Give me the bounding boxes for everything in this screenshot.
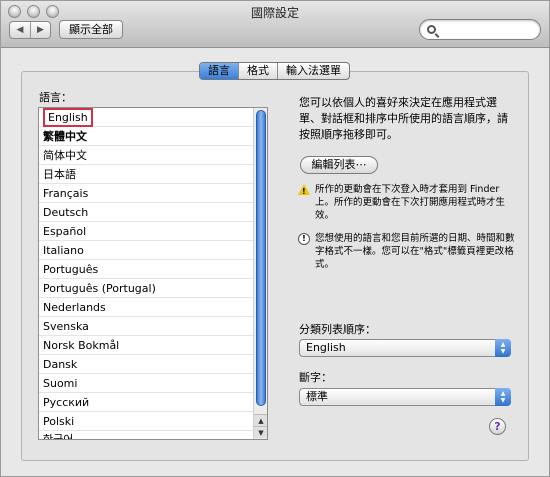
language-row[interactable]: Svenska [39, 317, 267, 336]
sort-order-popup[interactable]: English ▲ ▼ [299, 339, 511, 357]
scroll-up-arrow-icon[interactable]: ▲ [254, 414, 267, 426]
forward-arrow-icon: ▶ [37, 25, 44, 35]
languages-label: 語言： [39, 91, 72, 104]
language-row[interactable]: Polski [39, 412, 267, 431]
info-icon: ! [298, 233, 310, 245]
search-input[interactable] [419, 19, 541, 40]
word-break-popup[interactable]: 標準 ▲ ▼ [299, 388, 511, 406]
info-text: 您想使用的語言和您目前所選的日期、時間和數字格式不一樣。您可以在"格式"標籤頁裡… [315, 233, 515, 270]
back-arrow-icon: ◀ [16, 25, 24, 35]
warning-text: 所作的更動會在下次登入時才套用到 Finder 上。所作的更動會在下次打開應用程… [315, 184, 506, 221]
language-row[interactable]: Nederlands [39, 298, 267, 317]
language-row[interactable]: Italiano [39, 241, 267, 260]
format-mismatch-note: ! 您想使用的語言和您目前所選的日期、時間和數字格式不一樣。您可以在"格式"標籤… [298, 232, 516, 271]
language-row[interactable]: Deutsch [39, 203, 267, 222]
tab-input-menu[interactable]: 輸入法選單 [277, 63, 349, 79]
search-icon [427, 25, 436, 34]
language-row[interactable]: 한국어 [39, 431, 267, 439]
word-break-label: 斷字： [299, 371, 332, 384]
word-break-value: 標準 [306, 390, 328, 403]
language-order-description: 您可以依個人的喜好來決定在應用程式選單、對話框和排序中所使用的語言順序，請按照順… [299, 96, 508, 141]
language-row[interactable]: Dansk [39, 355, 267, 374]
finder-warning-note: 所作的更動會在下次登入時才套用到 Finder 上。所作的更動會在下次打開應用程… [298, 183, 516, 222]
show-all-button[interactable]: 顯示全部 [59, 20, 123, 39]
language-row-english[interactable]: English [39, 108, 267, 127]
language-list-scrollbar[interactable]: ▲ ▼ [253, 108, 267, 439]
language-row[interactable]: 繁體中文 [39, 127, 267, 146]
scroll-down-arrow-icon[interactable]: ▼ [254, 426, 267, 438]
tab-language[interactable]: 語言 [200, 63, 238, 79]
nav-buttons: ◀ ▶ [9, 21, 51, 39]
language-row[interactable]: 简体中文 [39, 146, 267, 165]
language-row[interactable]: Русский [39, 393, 267, 412]
language-english: English [43, 108, 93, 127]
language-row[interactable]: Español [39, 222, 267, 241]
international-preferences-window: 國際設定 ◀ ▶ 顯示全部 語言 格式 輸入法選單 語言： English 繁體… [0, 0, 550, 477]
back-button[interactable]: ◀ [10, 22, 30, 38]
tab-bar: 語言 格式 輸入法選單 [199, 62, 350, 80]
language-row[interactable]: Suomi [39, 374, 267, 393]
sort-order-value: English [306, 341, 346, 354]
language-row[interactable]: 日本語 [39, 165, 267, 184]
language-list[interactable]: English 繁體中文 简体中文 日本語 Français Deutsch E… [38, 107, 268, 440]
warning-icon [298, 184, 310, 198]
forward-button[interactable]: ▶ [30, 22, 50, 38]
sort-order-label: 分類列表順序： [299, 323, 376, 336]
tab-formats[interactable]: 格式 [238, 63, 277, 79]
edit-list-button[interactable]: 編輯列表⋯ [300, 156, 378, 174]
updown-arrows-icon: ▲ ▼ [495, 339, 511, 357]
language-row[interactable]: Français [39, 184, 267, 203]
language-row[interactable]: Português [39, 260, 267, 279]
language-row[interactable]: Português (Portugal) [39, 279, 267, 298]
language-row[interactable]: Norsk Bokmål [39, 336, 267, 355]
toolbar: 國際設定 ◀ ▶ 顯示全部 [1, 1, 549, 48]
scrollbar-thumb[interactable] [256, 110, 266, 406]
help-button[interactable]: ? [489, 418, 506, 435]
updown-arrows-icon: ▲ ▼ [495, 388, 511, 406]
